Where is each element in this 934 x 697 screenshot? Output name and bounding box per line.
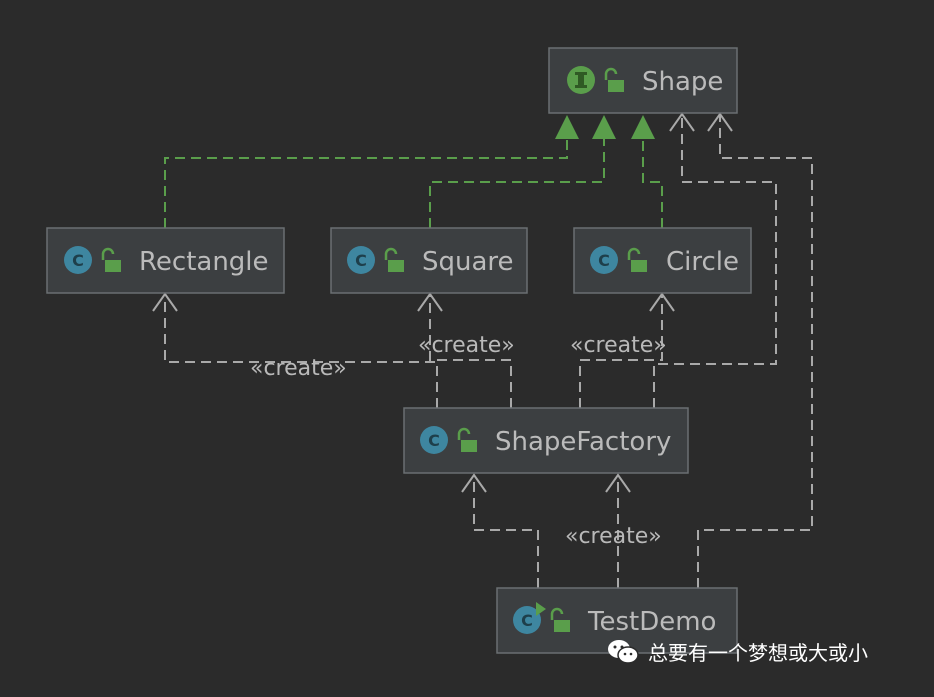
node-circle[interactable]: C Circle: [573, 227, 752, 294]
create-label-square: «create»: [418, 333, 515, 358]
implements-arrow-square: [592, 115, 616, 139]
node-square[interactable]: C Square: [330, 227, 528, 294]
edge-testdemo-uses-shape: [697, 115, 813, 588]
interface-icon: [567, 66, 595, 94]
uml-class-diagram: «create» «create» «create» «create» Shap…: [46, 47, 813, 654]
class-icon: C: [347, 246, 375, 274]
node-shape[interactable]: Shape: [548, 47, 738, 114]
watermark-text: 总要有一个梦想或大或小: [648, 641, 868, 665]
class-icon: C: [420, 426, 448, 454]
edge-square-implements-shape: [429, 138, 605, 228]
edge-circle-implements-shape: [642, 138, 663, 228]
svg-text:C: C: [521, 611, 533, 630]
create-label-rectangle: «create»: [250, 356, 347, 381]
edge-factory-creates-rectangle: [164, 296, 438, 408]
class-icon: C: [64, 246, 92, 274]
svg-text:C: C: [72, 251, 84, 270]
create-label-circle: «create»: [570, 333, 667, 358]
class-icon: C: [590, 246, 618, 274]
watermark: 总要有一个梦想或大或小: [606, 637, 868, 666]
node-test-demo-label: TestDemo: [587, 607, 716, 637]
svg-text:C: C: [355, 251, 367, 270]
node-rectangle[interactable]: C Rectangle: [46, 227, 285, 294]
edge-testdemo-uses-factory: [473, 476, 539, 588]
wechat-icon: [608, 639, 639, 664]
node-square-label: Square: [422, 247, 514, 277]
node-shape-factory[interactable]: C ShapeFactory: [403, 407, 689, 474]
svg-text:C: C: [428, 431, 440, 450]
implements-edges: [164, 115, 663, 228]
node-rectangle-label: Rectangle: [139, 247, 269, 277]
node-shape-factory-label: ShapeFactory: [495, 427, 671, 457]
node-shape-label: Shape: [642, 67, 723, 97]
node-circle-label: Circle: [666, 247, 739, 277]
svg-text:C: C: [598, 251, 610, 270]
edge-rectangle-implements-shape: [164, 138, 568, 228]
create-label-factory: «create»: [565, 524, 662, 549]
implements-arrow-rectangle: [555, 115, 579, 139]
implements-arrow-circle: [631, 115, 655, 139]
